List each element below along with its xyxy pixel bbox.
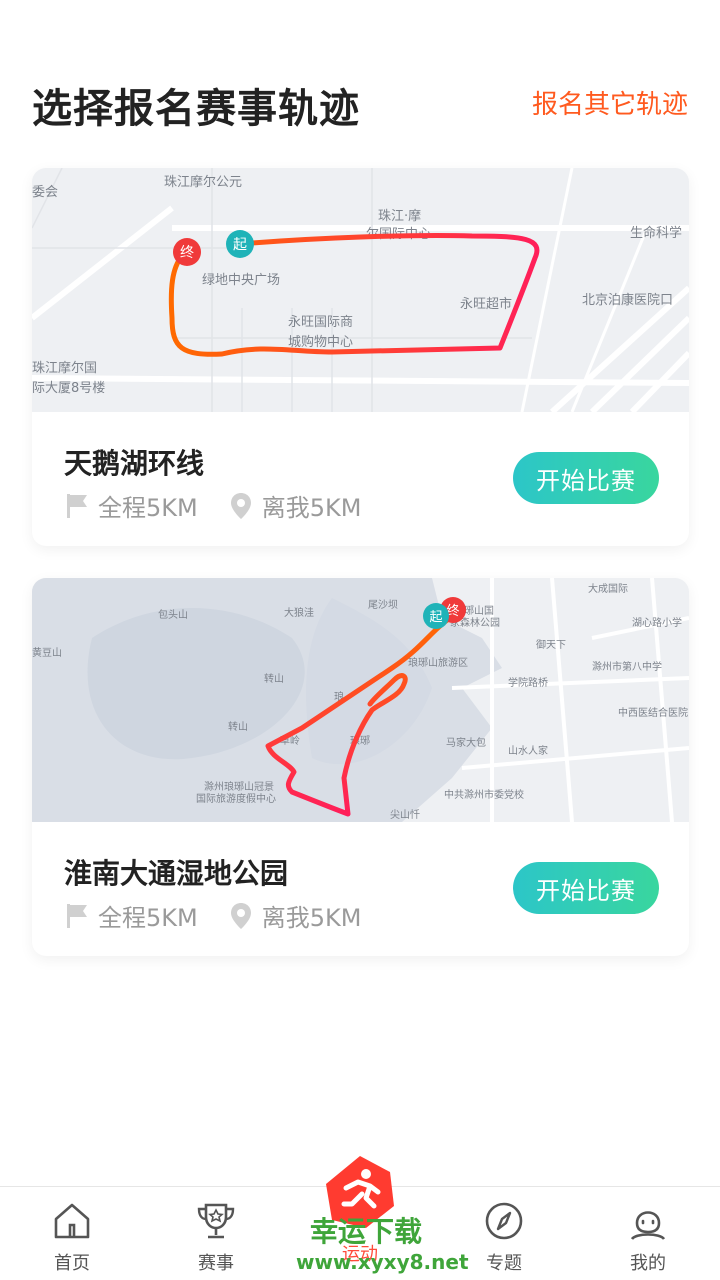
profile-icon [630,1211,666,1240]
svg-text:起: 起 [429,610,442,625]
route-distance: 全程5KM [98,494,198,522]
map-label: 永旺超市 [460,296,512,312]
map-label: 湖心路小学 [632,616,682,629]
start-race-button[interactable]: 开始比赛 [513,862,659,914]
compass-icon [485,1202,523,1240]
tab-sport[interactable]: 运动 [310,1154,410,1280]
distance-from-me: 离我5KM [261,904,362,932]
map-label: 包头山 [158,608,188,621]
start-marker: 起 [226,230,254,258]
svg-text:终: 终 [180,245,194,261]
route-meta: 全程5KM 离我5KM [64,898,361,933]
map-label: 大成国际 [588,582,628,595]
map-label: 马家大包 [446,736,486,749]
map-label: 珠江·摩 [378,208,421,224]
register-other-track-link[interactable]: 报名其它轨迹 [532,84,688,121]
home-icon [54,1203,90,1239]
location-pin-icon [228,492,254,519]
svg-text:起: 起 [233,237,247,253]
tab-events[interactable]: 赛事 [166,1199,266,1279]
distance-from-me: 离我5KM [261,494,362,522]
map-label: 滁州琅琊山冠景 [204,780,274,793]
tab-home[interactable]: 首页 [22,1199,122,1279]
tab-label: 赛事 [198,1253,234,1274]
end-marker: 终 [173,238,201,266]
tab-label: 我的 [630,1253,666,1274]
map-label: 大狼洼 [284,606,314,619]
map-label: 北京泊康医院口 [582,292,673,308]
map-label: 黄豆山 [32,646,62,659]
map-label: 中西医结合医院 [618,706,688,719]
flag-icon [64,493,90,519]
start-race-button[interactable]: 开始比赛 [513,452,659,504]
trophy-icon [197,1203,235,1239]
running-man-icon [326,1156,394,1228]
route-map: 大成国际 包头山 大狼洼 尾沙坝 琅琊山国 家森林公园 御天下 湖心路小学 黄豆… [32,578,689,822]
map-label: 生命科学 [630,225,682,241]
map-label: 绿地中央广场 [202,273,280,288]
location-pin-icon [228,902,254,929]
route-info: 天鹅湖环线 全程5KM 离我5KM 开始比赛 [32,412,689,546]
route-name: 淮南大通湿地公园 [64,857,289,890]
route-distance: 全程5KM [98,904,198,932]
route-meta: 全程5KM 离我5KM [64,488,361,523]
route-card[interactable]: 珠江摩尔公元 委会 珠江·摩 尔国际中心 生命科学 绿地中央广场 永旺超市 北京… [32,168,689,546]
map-label: 尖山忏 [390,808,420,821]
tab-label: 首页 [54,1253,90,1274]
tab-topics[interactable]: 专题 [454,1199,554,1279]
map-label: 御天下 [536,638,566,651]
map-label: 琅琊山旅游区 [408,656,468,669]
map-label: 中共滁州市委党校 [444,788,524,801]
map-label: 国际旅游度假中心 [196,792,276,805]
route-map: 珠江摩尔公元 委会 珠江·摩 尔国际中心 生命科学 绿地中央广场 永旺超市 北京… [32,168,689,412]
map-label: 尾沙坝 [368,599,398,611]
tab-mine[interactable]: 我的 [598,1199,698,1279]
map-label: 珠江摩尔公元 [164,174,242,190]
map-label: 委会 [32,185,58,200]
map-label: 滁州市第八中学 [592,660,662,673]
map-label: 转山 [228,720,248,733]
map-label: 学院路桥 [508,676,548,689]
tab-label: 专题 [486,1253,522,1274]
map-label: 珠江摩尔国 [32,360,97,376]
flag-icon [64,903,90,929]
map-label: 际大厦8号楼 [32,381,105,396]
map-label: 山水人家 [508,744,548,757]
route-card[interactable]: 大成国际 包头山 大狼洼 尾沙坝 琅琊山国 家森林公园 御天下 湖心路小学 黄豆… [32,578,689,956]
page-title: 选择报名赛事轨迹 [32,86,360,132]
map-label: 转山 [264,672,284,685]
map-label: 永旺国际商 [288,315,353,330]
map-label: 城购物中心 [288,334,353,350]
tab-label: 运动 [342,1244,378,1265]
route-name: 天鹅湖环线 [64,447,205,480]
header: 选择报名赛事轨迹 报名其它轨迹 [0,0,720,160]
route-info: 淮南大通湿地公园 全程5KM 离我5KM 开始比赛 [32,822,689,956]
start-marker: 起 [423,603,449,629]
